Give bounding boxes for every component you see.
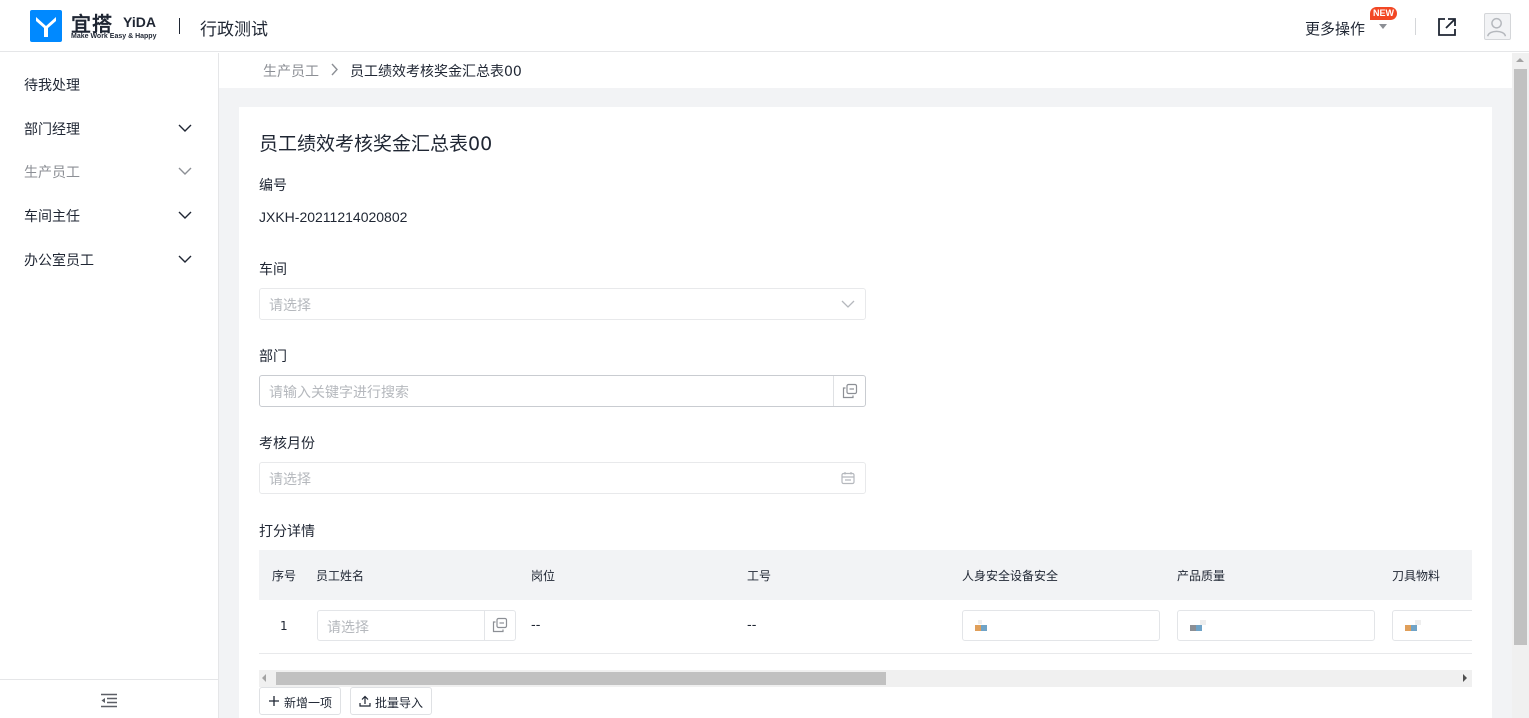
sidebar-item-workshop-director[interactable]: 车间主任 xyxy=(0,196,218,236)
sidebar-item-label: 部门经理 xyxy=(24,122,80,138)
new-badge: NEW xyxy=(1370,7,1397,20)
quality-score-input[interactable] xyxy=(1177,610,1375,641)
avatar[interactable] xyxy=(1484,13,1511,40)
sidebar-item-production-staff[interactable]: 生产员工 xyxy=(0,152,218,192)
add-row-button[interactable]: 新增一项 xyxy=(259,687,341,715)
header-divider xyxy=(179,18,180,34)
table-header: 序号 员工姓名 岗位 工号 人身安全设备安全 产品质量 刀具物料 xyxy=(259,550,1472,600)
month-label: 考核月份 xyxy=(259,436,315,452)
month-placeholder: 请选择 xyxy=(269,472,311,488)
loading-placeholder-icon xyxy=(1190,620,1206,631)
sidebar-item-label: 生产员工 xyxy=(24,165,80,181)
details-table: 序号 员工姓名 岗位 工号 人身安全设备安全 产品质量 刀具物料 1 请选择 -… xyxy=(259,550,1472,654)
scroll-left-arrow-icon[interactable] xyxy=(262,674,266,682)
position-value: -- xyxy=(531,618,541,633)
sidebar-item-label: 待我处理 xyxy=(24,78,80,94)
upload-icon xyxy=(359,695,371,707)
department-label: 部门 xyxy=(259,349,287,365)
chevron-down-icon xyxy=(178,211,192,219)
user-icon xyxy=(1487,17,1507,37)
column-header: 人身安全设备安全 xyxy=(962,569,1059,583)
chevron-down-icon xyxy=(841,300,855,308)
vertical-scroll-thumb[interactable] xyxy=(1514,69,1527,645)
logo-text-en: YiDA xyxy=(123,14,156,30)
employee-name-placeholder: 请选择 xyxy=(327,620,369,636)
employee-name-select[interactable]: 请选择 xyxy=(317,610,516,641)
add-row-label: 新增一项 xyxy=(284,696,333,710)
horizontal-scroll-thumb[interactable] xyxy=(276,672,886,685)
sidebar-item-label: 车间主任 xyxy=(24,209,80,225)
caret-down-icon[interactable] xyxy=(1379,24,1387,29)
department-picker-button[interactable] xyxy=(833,376,865,406)
table-row: 1 请选择 -- -- xyxy=(259,600,1472,654)
app-title: 行政测试 xyxy=(200,20,268,40)
loading-placeholder-icon xyxy=(975,620,987,631)
sidebar-item-label: 办公室员工 xyxy=(24,253,94,269)
tools-score-input[interactable] xyxy=(1392,610,1472,641)
breadcrumb-current: 员工绩效考核奖金汇总表00 xyxy=(350,64,522,80)
serial-label: 编号 xyxy=(259,178,287,194)
row-index: 1 xyxy=(280,619,288,633)
header-divider-right xyxy=(1415,18,1416,35)
chevron-down-icon xyxy=(178,167,192,175)
department-placeholder: 请输入关键字进行搜索 xyxy=(269,385,409,401)
workshop-select[interactable]: 请选择 xyxy=(259,288,866,320)
sidebar: 待我处理 部门经理 生产员工 车间主任 办公室员工 xyxy=(0,53,219,718)
calendar-icon xyxy=(841,472,855,485)
month-date-picker[interactable]: 请选择 xyxy=(259,462,866,494)
sidebar-item-dept-manager[interactable]: 部门经理 xyxy=(0,109,218,149)
chevron-right-icon xyxy=(331,63,338,76)
logo-slogan: Make Work Easy & Happy xyxy=(71,33,157,40)
sidebar-item-office-staff[interactable]: 办公室员工 xyxy=(0,240,218,280)
safety-score-input[interactable] xyxy=(962,610,1160,641)
scroll-right-arrow-icon[interactable] xyxy=(1463,674,1467,682)
breadcrumb-parent-link[interactable]: 生产员工 xyxy=(263,61,319,81)
chevron-down-icon xyxy=(178,124,192,132)
chevron-down-icon xyxy=(178,255,192,263)
more-operations-button[interactable]: 更多操作 xyxy=(1305,18,1365,39)
details-label: 打分详情 xyxy=(259,524,315,540)
column-header: 序号 xyxy=(272,569,297,583)
batch-import-label: 批量导入 xyxy=(375,696,424,710)
column-header: 员工姓名 xyxy=(316,569,365,583)
sidebar-footer xyxy=(0,679,218,718)
batch-import-button[interactable]: 批量导入 xyxy=(350,687,432,715)
column-header: 刀具物料 xyxy=(1392,569,1441,583)
serial-value: JXKH-20211214020802 xyxy=(259,209,408,225)
breadcrumb: 生产员工 员工绩效考核奖金汇总表00 xyxy=(219,53,1512,88)
employee-no-value: -- xyxy=(747,618,757,633)
copy-select-icon xyxy=(842,383,858,399)
plus-icon xyxy=(269,696,279,706)
workshop-placeholder: 请选择 xyxy=(269,298,311,314)
open-external-icon[interactable] xyxy=(1436,16,1458,38)
horizontal-scrollbar[interactable] xyxy=(259,670,1472,687)
loading-placeholder-icon xyxy=(1405,620,1421,631)
column-header: 岗位 xyxy=(531,569,556,583)
column-header: 工号 xyxy=(747,569,772,583)
yida-logo-icon[interactable] xyxy=(30,10,62,42)
vertical-scrollbar[interactable] xyxy=(1512,53,1529,718)
collapse-menu-icon[interactable] xyxy=(100,693,118,708)
scroll-up-arrow-icon[interactable] xyxy=(1516,58,1524,62)
top-header: 宜搭 YiDA Make Work Easy & Happy 行政测试 更多操作… xyxy=(0,0,1529,52)
workshop-label: 车间 xyxy=(259,262,287,278)
employee-picker-button[interactable] xyxy=(484,611,515,640)
main-content: 生产员工 员工绩效考核奖金汇总表00 员工绩效考核奖金汇总表00 编号 JXKH… xyxy=(219,53,1512,718)
copy-select-icon xyxy=(492,617,508,633)
form-title: 员工绩效考核奖金汇总表00 xyxy=(259,133,493,155)
department-search-input[interactable]: 请输入关键字进行搜索 xyxy=(259,375,866,407)
form-card: 员工绩效考核奖金汇总表00 编号 JXKH-20211214020802 车间 … xyxy=(239,107,1492,718)
sidebar-item-pending[interactable]: 待我处理 xyxy=(0,65,218,105)
column-header: 产品质量 xyxy=(1177,569,1226,583)
